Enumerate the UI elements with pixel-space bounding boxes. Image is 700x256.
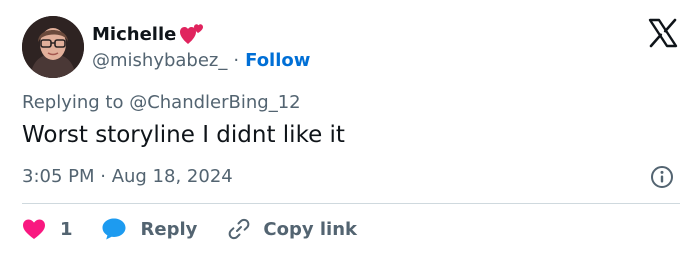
reply-label: Reply [140,218,198,240]
separator-dot: · [233,49,240,71]
avatar-image [22,16,84,78]
divider [22,203,680,204]
tweet-card: Michelle @mishybabez_ · Follow Replying … [0,0,700,256]
like-button[interactable]: 1 [22,218,73,240]
speech-bubble-icon [102,218,126,240]
follow-button[interactable]: Follow [245,50,310,71]
x-logo-icon[interactable] [648,18,678,48]
avatar[interactable] [22,16,84,78]
copy-link-button[interactable]: Copy link [227,217,357,241]
link-icon [229,218,250,240]
info-icon[interactable] [650,165,674,189]
tweet-text: Worst storyline I didnt like it [22,122,345,148]
replying-to[interactable]: Replying to @ChandlerBing_12 [22,92,301,113]
tweet-timestamp[interactable]: 3:05 PM · Aug 18, 2024 [22,166,233,187]
heart-icon [23,219,45,239]
like-count: 1 [60,218,73,240]
author-name-row: Michelle [92,20,205,48]
two-hearts-icon [179,22,205,46]
author-handle[interactable]: @mishybabez_ [92,50,227,71]
author-handle-row: @mishybabez_ · Follow [92,48,310,72]
reply-button[interactable]: Reply [101,217,198,241]
action-bar: 1 Reply Copy link [22,214,357,244]
author-display-name[interactable]: Michelle [92,24,176,45]
copy-link-label: Copy link [263,218,357,240]
